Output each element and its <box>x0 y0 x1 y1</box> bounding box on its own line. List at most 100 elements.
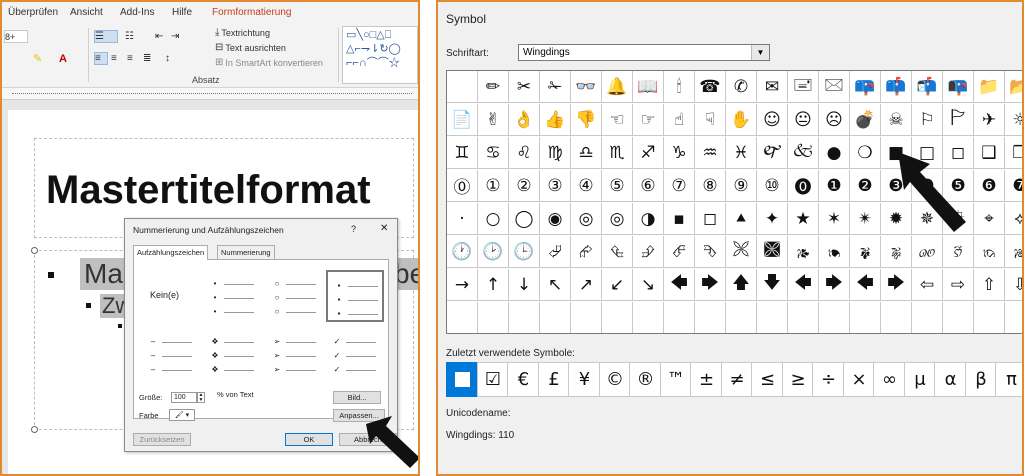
symbol-cell[interactable]: ● <box>819 137 850 169</box>
symbol-cell[interactable]: ⇧ <box>974 269 1005 301</box>
symbol-cell[interactable]: 🕯 <box>664 71 695 103</box>
bullet-style-diamond[interactable]: ❖ ❖ ❖ <box>204 328 262 380</box>
symbol-cell[interactable]: ♋ <box>478 137 509 169</box>
highlight-color-icon[interactable]: ✎ <box>32 52 48 65</box>
align-right-icon[interactable]: ≡ <box>126 52 140 65</box>
symbol-cell[interactable]: 📫 <box>881 71 912 103</box>
symbol-cell[interactable]: ⑤ <box>602 170 633 202</box>
ok-button[interactable]: OK <box>285 433 333 446</box>
symbol-cell[interactable]: 🖂 <box>819 71 850 103</box>
symbol-cell[interactable]: ↖ <box>540 269 571 301</box>
recent-symbol-cell[interactable]: € <box>507 362 540 397</box>
decrease-indent-icon[interactable]: ⇤ <box>154 30 168 43</box>
symbol-cell[interactable]: ⮶ <box>664 236 695 268</box>
symbol-cell[interactable] <box>726 302 757 333</box>
symbol-cell[interactable]: ☎ <box>695 71 726 103</box>
symbol-cell[interactable]: ⑩ <box>757 170 788 202</box>
symbol-cell[interactable]: ⇦ <box>912 269 943 301</box>
symbol-cell[interactable]: ❑ <box>974 137 1005 169</box>
symbol-cell[interactable]: ⮰ <box>540 236 571 268</box>
tab-addins[interactable]: Add-Ins <box>120 7 154 18</box>
symbol-cell[interactable]: 🙕 <box>788 236 819 268</box>
symbol-cell[interactable]: ❶ <box>819 170 850 202</box>
symbol-cell[interactable]: ✦ <box>757 203 788 235</box>
symbol-cell[interactable]: ◉ <box>540 203 571 235</box>
symbol-cell[interactable]: → <box>447 269 478 301</box>
symbol-cell[interactable]: ✏ <box>478 71 509 103</box>
symbol-cell[interactable]: ⑥ <box>633 170 664 202</box>
symbol-cell[interactable]: ✂ <box>509 71 540 103</box>
symbol-cell[interactable]: ⓿ <box>788 170 819 202</box>
recent-symbol-cell[interactable]: © <box>598 362 632 397</box>
symbol-cell[interactable]: ☼ <box>1005 104 1022 136</box>
symbol-cell[interactable] <box>571 302 602 333</box>
symbol-cell[interactable]: ✈ <box>974 104 1005 136</box>
symbol-cell[interactable]: ❷ <box>850 170 881 202</box>
symbol-cell[interactable] <box>1005 302 1022 333</box>
size-input[interactable]: 100 <box>171 392 197 403</box>
symbol-cell[interactable]: ♑ <box>664 137 695 169</box>
size-stepper[interactable]: ▲ ▼ <box>197 392 205 403</box>
symbol-cell[interactable]: 🕒 <box>509 236 540 268</box>
symbol-cell[interactable]: 🙖 <box>881 236 912 268</box>
symbol-cell[interactable] <box>881 302 912 333</box>
symbol-cell[interactable]: 👍 <box>540 104 571 136</box>
symbol-cell[interactable] <box>509 302 540 333</box>
symbol-cell[interactable]: 🙓 <box>1005 236 1022 268</box>
resize-handle[interactable] <box>31 426 38 433</box>
symbol-cell[interactable]: ❍ <box>850 137 881 169</box>
symbol-cell[interactable]: ✉ <box>757 71 788 103</box>
symbol-cell[interactable]: 👓 <box>571 71 602 103</box>
symbol-cell[interactable]: ✴ <box>850 203 881 235</box>
symbol-cell[interactable]: ☜ <box>602 104 633 136</box>
symbol-cell[interactable]: ⇨ <box>943 269 974 301</box>
recent-symbol-cell[interactable]: × <box>842 362 876 397</box>
symbol-cell[interactable]: 🙗 <box>850 236 881 268</box>
symbol-cell[interactable]: ❒ <box>1005 137 1022 169</box>
symbol-cell[interactable]: ③ <box>540 170 571 202</box>
symbol-cell[interactable]: ⓪ <box>447 170 478 202</box>
recent-symbol-cell[interactable]: £ <box>537 362 571 397</box>
symbol-cell[interactable] <box>850 302 881 333</box>
symbol-cell[interactable]: 🡆 <box>881 269 912 301</box>
symbol-cell[interactable]: ♊ <box>447 137 478 169</box>
symbol-cell[interactable]: 😐 <box>788 104 819 136</box>
recent-symbol-cell[interactable] <box>446 362 479 397</box>
symbol-cell[interactable] <box>695 302 726 333</box>
symbol-cell[interactable]: ☝ <box>664 104 695 136</box>
close-icon[interactable]: ✕ <box>380 223 388 234</box>
picture-button[interactable]: Bild... <box>333 391 381 404</box>
symbol-cell[interactable]: ① <box>478 170 509 202</box>
symbol-cell[interactable]: ✶ <box>819 203 850 235</box>
recent-symbol-cell[interactable]: ☑ <box>476 362 510 397</box>
justify-icon[interactable]: ≣ <box>142 52 156 65</box>
recent-symbol-cell[interactable]: α <box>934 362 967 397</box>
symbol-cell[interactable]: ♒ <box>695 137 726 169</box>
symbol-cell[interactable]: ⑨ <box>726 170 757 202</box>
recent-symbol-cell[interactable]: β <box>964 362 998 397</box>
bullet-style-square[interactable]: ▪ ▪ ▪ <box>326 270 384 322</box>
symbol-cell[interactable]: 📪 <box>850 71 881 103</box>
bullet-style-circle[interactable]: ○ ○ ○ <box>266 270 324 322</box>
symbol-cell[interactable]: 🕑 <box>478 236 509 268</box>
symbol-cell[interactable]: ✆ <box>726 71 757 103</box>
symbol-cell[interactable]: 👌 <box>509 104 540 136</box>
symbol-cell[interactable]: 🡄 <box>788 269 819 301</box>
reset-button[interactable]: Zurücksetzen <box>133 433 191 446</box>
symbol-cell[interactable] <box>633 302 664 333</box>
symbol-cell[interactable]: ◻ <box>695 203 726 235</box>
symbol-cell[interactable]: ④ <box>571 170 602 202</box>
symbol-cell[interactable]: ↗ <box>571 269 602 301</box>
tab-bullets[interactable]: Aufzählungszeichen <box>133 245 209 260</box>
symbol-cell[interactable]: ○ <box>478 203 509 235</box>
symbol-cell[interactable]: ⮳ <box>571 236 602 268</box>
symbol-cell[interactable]: 🖃 <box>788 71 819 103</box>
symbol-cell[interactable]: ② <box>509 170 540 202</box>
symbol-cell[interactable] <box>602 302 633 333</box>
symbol-cell[interactable] <box>912 302 943 333</box>
symbol-cell[interactable] <box>664 302 695 333</box>
symbol-cell[interactable]: 📭 <box>943 71 974 103</box>
recent-symbol-cell[interactable]: ÷ <box>812 362 845 397</box>
symbol-cell[interactable]: ⮴ <box>602 236 633 268</box>
symbol-cell[interactable] <box>478 302 509 333</box>
